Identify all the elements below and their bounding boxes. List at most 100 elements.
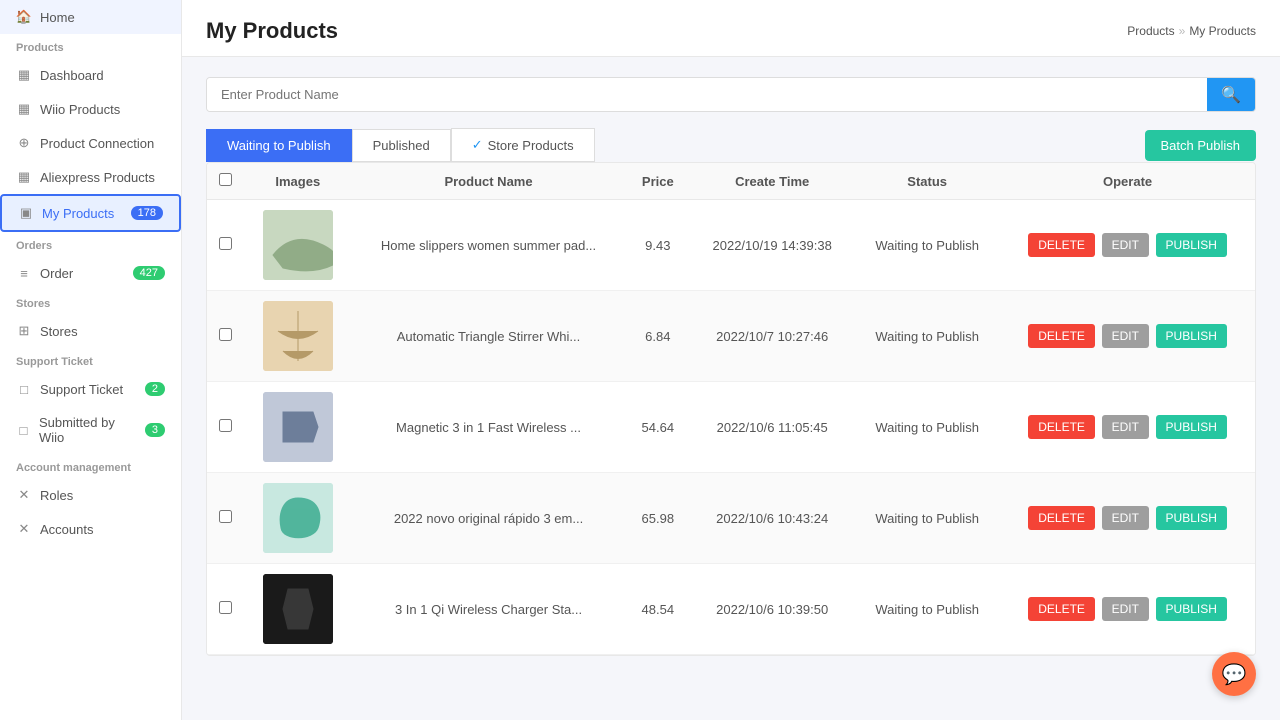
row-checkbox-cell xyxy=(207,291,244,382)
search-bar: 🔍 xyxy=(206,77,1256,112)
aliexpress-icon: ▦ xyxy=(16,169,32,185)
publish-button-1[interactable]: PUBLISH xyxy=(1156,233,1227,257)
row-image-cell xyxy=(244,200,352,291)
row-operate-cell: DELETE EDIT PUBLISH xyxy=(1000,564,1255,655)
col-create-time: Create Time xyxy=(690,163,854,200)
store-checkbox-icon: ✓ xyxy=(472,137,483,153)
col-price: Price xyxy=(625,163,690,200)
row-image-cell xyxy=(244,564,352,655)
sidebar-item-product-connection[interactable]: ⊕ Product Connection xyxy=(0,126,181,160)
connection-icon: ⊕ xyxy=(16,135,32,151)
row-operate-cell: DELETE EDIT PUBLISH xyxy=(1000,473,1255,564)
table-row: 3 In 1 Qi Wireless Charger Sta... 48.54 … xyxy=(207,564,1255,655)
products-table: Images Product Name Price Create Time St… xyxy=(207,163,1255,655)
support-icon: □ xyxy=(16,381,32,397)
sidebar-item-order[interactable]: ≡ Order 427 xyxy=(0,256,181,290)
sidebar-section-account: Account management xyxy=(0,454,181,478)
dashboard-icon: ▦ xyxy=(16,67,32,83)
tab-store-products[interactable]: ✓ Store Products xyxy=(451,128,595,162)
delete-button-2[interactable]: DELETE xyxy=(1028,324,1095,348)
edit-button-2[interactable]: EDIT xyxy=(1102,324,1149,348)
sidebar-section-orders: Orders xyxy=(0,232,181,256)
row-checkbox-2[interactable] xyxy=(219,328,232,341)
sidebar-item-home[interactable]: 🏠 Home xyxy=(0,0,181,34)
sidebar-item-wiio-products[interactable]: ▦ Wiio Products xyxy=(0,92,181,126)
row-status: Waiting to Publish xyxy=(854,473,1000,564)
col-operate: Operate xyxy=(1000,163,1255,200)
row-product-name: 2022 novo original rápido 3 em... xyxy=(352,473,626,564)
search-icon: 🔍 xyxy=(1221,87,1241,104)
roles-icon: ✕ xyxy=(16,487,32,503)
select-all-checkbox[interactable] xyxy=(219,173,232,186)
publish-button-4[interactable]: PUBLISH xyxy=(1156,506,1227,530)
sidebar-item-my-products[interactable]: ▣ My Products 178 xyxy=(0,194,181,232)
col-status: Status xyxy=(854,163,1000,200)
my-products-badge: 178 xyxy=(131,206,163,220)
breadcrumb-current: My Products xyxy=(1189,24,1256,38)
row-operate-cell: DELETE EDIT PUBLISH xyxy=(1000,200,1255,291)
row-checkbox-4[interactable] xyxy=(219,510,232,523)
edit-button-5[interactable]: EDIT xyxy=(1102,597,1149,621)
edit-button-3[interactable]: EDIT xyxy=(1102,415,1149,439)
row-checkbox-cell xyxy=(207,564,244,655)
col-product-name: Product Name xyxy=(352,163,626,200)
row-checkbox-cell xyxy=(207,200,244,291)
delete-button-1[interactable]: DELETE xyxy=(1028,233,1095,257)
row-price: 9.43 xyxy=(625,200,690,291)
row-price: 48.54 xyxy=(625,564,690,655)
sidebar-section-stores: Stores xyxy=(0,290,181,314)
edit-button-1[interactable]: EDIT xyxy=(1102,233,1149,257)
col-images: Images xyxy=(244,163,352,200)
products-table-wrapper: Images Product Name Price Create Time St… xyxy=(206,162,1256,656)
publish-button-5[interactable]: PUBLISH xyxy=(1156,597,1227,621)
row-status: Waiting to Publish xyxy=(854,382,1000,473)
sidebar-item-accounts[interactable]: ✕ Accounts xyxy=(0,512,181,546)
row-create-time: 2022/10/7 10:27:46 xyxy=(690,291,854,382)
sidebar-item-aliexpress[interactable]: ▦ Aliexpress Products xyxy=(0,160,181,194)
row-image-cell xyxy=(244,382,352,473)
main-content: My Products Products » My Products 🔍 Wai… xyxy=(182,0,1280,720)
row-product-name: 3 In 1 Qi Wireless Charger Sta... xyxy=(352,564,626,655)
search-input[interactable] xyxy=(207,78,1207,111)
row-operate-cell: DELETE EDIT PUBLISH xyxy=(1000,382,1255,473)
accounts-icon: ✕ xyxy=(16,521,32,537)
delete-button-4[interactable]: DELETE xyxy=(1028,506,1095,530)
row-status: Waiting to Publish xyxy=(854,564,1000,655)
breadcrumb-parent: Products xyxy=(1127,24,1174,38)
row-checkbox-cell xyxy=(207,382,244,473)
sidebar-item-dashboard[interactable]: ▦ Dashboard xyxy=(0,58,181,92)
submitted-icon: □ xyxy=(16,422,31,438)
edit-button-4[interactable]: EDIT xyxy=(1102,506,1149,530)
stores-icon: ⊞ xyxy=(16,323,32,339)
tab-published[interactable]: Published xyxy=(352,129,451,162)
row-status: Waiting to Publish xyxy=(854,200,1000,291)
publish-button-2[interactable]: PUBLISH xyxy=(1156,324,1227,348)
breadcrumb: Products » My Products xyxy=(1127,24,1256,38)
support-badge: 2 xyxy=(145,382,165,396)
sidebar-item-stores[interactable]: ⊞ Stores xyxy=(0,314,181,348)
sidebar-item-support-ticket[interactable]: □ Support Ticket 2 xyxy=(0,372,181,406)
tab-waiting-publish[interactable]: Waiting to Publish xyxy=(206,129,352,162)
chat-button[interactable]: 💬 xyxy=(1212,652,1256,696)
wiio-icon: ▦ xyxy=(16,101,32,117)
content-area: 🔍 Waiting to Publish Published ✓ Store P… xyxy=(182,57,1280,720)
row-product-name: Automatic Triangle Stirrer Whi... xyxy=(352,291,626,382)
row-checkbox-3[interactable] xyxy=(219,419,232,432)
row-image-cell xyxy=(244,473,352,564)
delete-button-3[interactable]: DELETE xyxy=(1028,415,1095,439)
tabs-row: Waiting to Publish Published ✓ Store Pro… xyxy=(206,128,1256,162)
batch-publish-button[interactable]: Batch Publish xyxy=(1145,130,1257,161)
row-checkbox-5[interactable] xyxy=(219,601,232,614)
table-row: Automatic Triangle Stirrer Whi... 6.84 2… xyxy=(207,291,1255,382)
sidebar-item-submitted-by[interactable]: □ Submitted by Wiio 3 xyxy=(0,406,181,454)
delete-button-5[interactable]: DELETE xyxy=(1028,597,1095,621)
row-operate-cell: DELETE EDIT PUBLISH xyxy=(1000,291,1255,382)
sidebar-section-products: Products xyxy=(0,34,181,58)
page-header: My Products Products » My Products xyxy=(182,0,1280,57)
sidebar-item-roles[interactable]: ✕ Roles xyxy=(0,478,181,512)
publish-button-3[interactable]: PUBLISH xyxy=(1156,415,1227,439)
row-create-time: 2022/10/6 10:43:24 xyxy=(690,473,854,564)
row-create-time: 2022/10/19 14:39:38 xyxy=(690,200,854,291)
row-checkbox-1[interactable] xyxy=(219,237,232,250)
search-button[interactable]: 🔍 xyxy=(1207,78,1255,111)
